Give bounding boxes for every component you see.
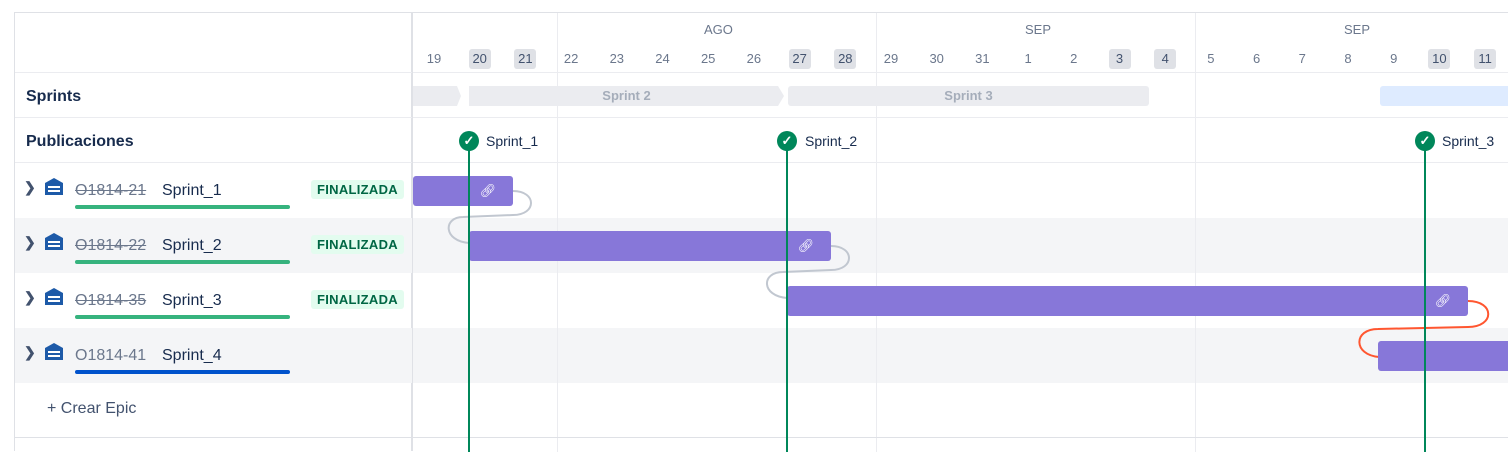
- epic-name[interactable]: Sprint_2: [162, 237, 222, 255]
- create-epic-button[interactable]: + Crear Epic: [47, 400, 136, 418]
- epic-key[interactable]: O1814-21: [75, 182, 146, 200]
- release-line: [1424, 141, 1426, 452]
- epic-truck-icon: [45, 343, 63, 360]
- status-badge: FINALIZADA: [311, 180, 404, 199]
- check-icon[interactable]: ✓: [777, 131, 797, 151]
- timeline-grid[interactable]: AGO SEP SEP 19 20 21 22 23 24 25 26 27 28 29 30 31 1 2…: [413, 12, 1508, 452]
- roadmap-left-panel: Sprints Publicaciones ❯ O1814-21 Sprint_…: [14, 12, 413, 451]
- epic-name[interactable]: Sprint_3: [162, 292, 222, 310]
- divider: [15, 117, 412, 118]
- link-icon[interactable]: 🔗︎: [797, 237, 815, 255]
- epic-row[interactable]: ❯ O1814-21 Sprint_1 FINALIZADA: [15, 163, 412, 218]
- epic-bar[interactable]: 🔗︎: [413, 176, 513, 206]
- release-line: [786, 141, 788, 452]
- chevron-right-icon[interactable]: ❯: [24, 234, 36, 251]
- link-icon[interactable]: 🔗︎: [1434, 292, 1452, 310]
- epic-row[interactable]: ❯ O1814-41 Sprint_4: [15, 328, 412, 383]
- release-label[interactable]: Sprint_1: [486, 133, 538, 149]
- epic-key[interactable]: O1814-41: [75, 347, 146, 365]
- epic-key[interactable]: O1814-22: [75, 237, 146, 255]
- sprints-row-label: Sprints: [26, 88, 82, 105]
- release-line: [468, 141, 470, 452]
- epic-bar[interactable]: [1378, 341, 1508, 371]
- publicaciones-row-label: Publicaciones: [26, 133, 134, 150]
- epic-row[interactable]: ❯ O1814-35 Sprint_3 FINALIZADA: [15, 273, 412, 328]
- epic-progress-bar: [75, 205, 290, 209]
- link-icon[interactable]: 🔗︎: [479, 182, 497, 200]
- epic-bar[interactable]: 🔗︎: [787, 286, 1468, 316]
- epic-truck-icon: [45, 288, 63, 305]
- release-label[interactable]: Sprint_2: [805, 133, 857, 149]
- epic-key[interactable]: O1814-35: [75, 292, 146, 310]
- chevron-right-icon[interactable]: ❯: [24, 179, 36, 196]
- epic-name[interactable]: Sprint_1: [162, 182, 222, 200]
- epic-bar[interactable]: 🔗︎: [469, 231, 831, 261]
- release-label[interactable]: Sprint_3: [1442, 133, 1494, 149]
- check-icon[interactable]: ✓: [459, 131, 479, 151]
- epic-progress-bar: [75, 315, 290, 319]
- chevron-right-icon[interactable]: ❯: [24, 289, 36, 306]
- epic-truck-icon: [45, 178, 63, 195]
- divider: [15, 437, 412, 438]
- epic-name[interactable]: Sprint_4: [162, 347, 222, 365]
- divider: [15, 72, 412, 73]
- check-icon[interactable]: ✓: [1415, 131, 1435, 151]
- epic-progress-bar: [75, 260, 290, 264]
- epic-progress-bar: [75, 370, 290, 374]
- status-badge: FINALIZADA: [311, 290, 404, 309]
- chevron-right-icon[interactable]: ❯: [24, 344, 36, 361]
- epic-truck-icon: [45, 233, 63, 250]
- status-badge: FINALIZADA: [311, 235, 404, 254]
- epic-row[interactable]: ❯ O1814-22 Sprint_2 FINALIZADA: [15, 218, 412, 273]
